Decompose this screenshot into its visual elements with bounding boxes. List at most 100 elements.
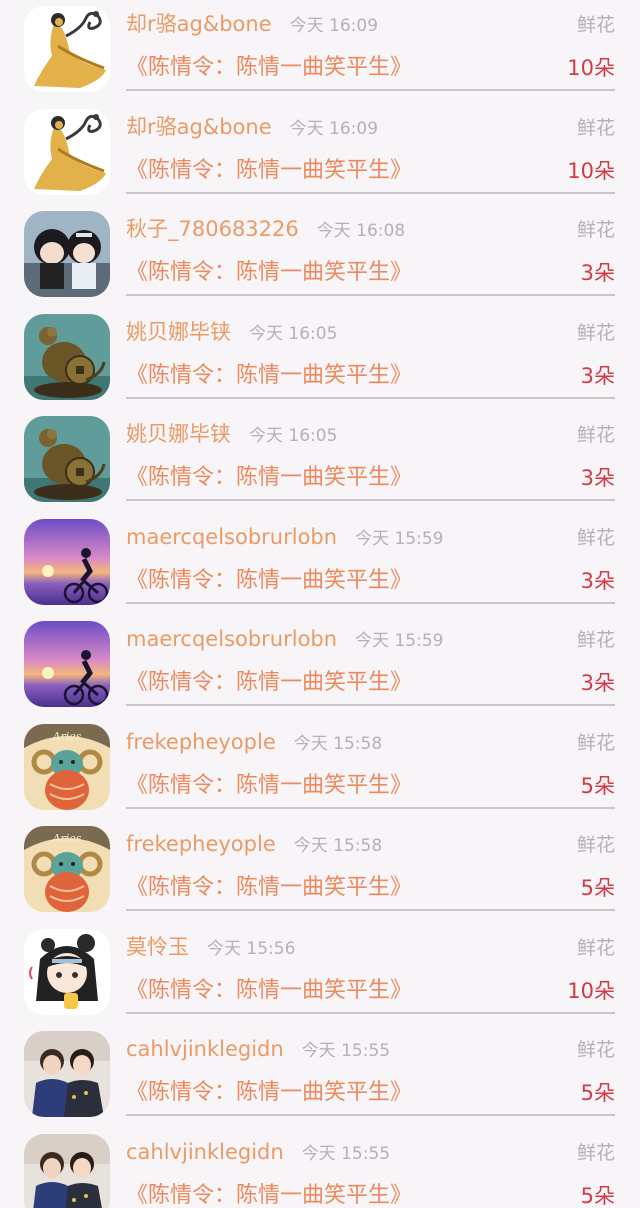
gift-record-row[interactable]: maercqelsobrurlobn 今天 15:59 鲜花 《陈情令：陈情一曲笑平生…: [0, 615, 640, 718]
record-content: 却r骆ag&bone 今天 16:09 鲜花 《陈情令：陈情一曲笑平生》 10朵: [126, 103, 615, 194]
username[interactable]: cahlvjinklegidn: [126, 1140, 284, 1164]
sunset-cyclist-avatar: [24, 621, 110, 707]
gift-count: 3朵: [580, 568, 615, 593]
golden-dancer-avatar: [24, 108, 110, 195]
username[interactable]: frekepheyople: [126, 832, 276, 856]
gift-record-row[interactable]: 却r骆ag&bone 今天 16:09 鲜花 《陈情令：陈情一曲笑平生》 10朵: [0, 103, 640, 206]
timestamp: 今天 15:59: [355, 528, 444, 549]
gift-record-row[interactable]: 秋子_780683226 今天 16:08 鲜花《陈情令：陈情一曲笑平生》 3朵: [0, 205, 640, 308]
record-content: maercqelsobrurlobn 今天 15:59 鲜花 《陈情令：陈情一曲笑平生…: [126, 615, 615, 706]
user-avatar[interactable]: [24, 1133, 110, 1208]
username[interactable]: cahlvjinklegidn: [126, 1037, 284, 1061]
username-line: 姚贝娜毕铗 今天 16:05: [126, 420, 337, 450]
user-avatar[interactable]: [24, 518, 110, 605]
username-line: maercqelsobrurlobn 今天 15:59: [126, 625, 443, 655]
username-line: 秋子_780683226 今天 16:08: [126, 215, 405, 245]
record-content: frekepheyople 今天 15:58 鲜花 《陈情令：陈情一曲笑平生》 5朵: [126, 820, 615, 911]
gift-type-label: 鲜花: [576, 321, 615, 344]
work-title[interactable]: 《陈情令：陈情一曲笑平生》: [126, 258, 412, 288]
username[interactable]: 秋子_780683226: [126, 217, 299, 241]
record-content: frekepheyople 今天 15:58 鲜花 《陈情令：陈情一曲笑平生》 5朵: [126, 718, 615, 809]
record-content: cahlvjinklegidn 今天 15:55 鲜花 《陈情令：陈情一曲笑平生》 5朵: [126, 1128, 615, 1208]
username[interactable]: 姚贝娜毕铗: [126, 422, 231, 446]
timestamp: 今天 16:05: [249, 426, 338, 446]
user-avatar[interactable]: [24, 6, 110, 92]
work-title[interactable]: 《陈情令：陈情一曲笑平生》: [126, 53, 412, 83]
record-content: 却r骆ag&bone 今天 16:09 鲜花《陈情令：陈情一曲笑平生》 10朵: [126, 0, 615, 91]
aries-avatar-text: Aries: [52, 832, 82, 845]
username[interactable]: 姚贝娜毕铗: [126, 320, 231, 344]
work-title[interactable]: 《陈情令：陈情一曲笑平生》: [126, 1181, 412, 1208]
sunset-cyclist-avatar: [24, 518, 110, 605]
bronze-rat-avatar: [24, 313, 110, 400]
work-title[interactable]: 《陈情令：陈情一曲笑平生》: [126, 361, 412, 391]
golden-dancer-avatar: [24, 6, 110, 92]
record-content: 秋子_780683226 今天 16:08 鲜花《陈情令：陈情一曲笑平生》 3朵: [126, 205, 615, 296]
username[interactable]: maercqelsobrurlobn: [126, 627, 337, 651]
timestamp: 今天 16:05: [249, 323, 338, 344]
user-avatar[interactable]: [24, 313, 110, 400]
record-content: 姚贝娜毕铗 今天 16:05 鲜花《陈情令：陈情一曲笑平生》 3朵: [126, 308, 615, 399]
username[interactable]: frekepheyople: [126, 730, 276, 754]
username-line: frekepheyople 今天 15:58: [126, 728, 382, 758]
username[interactable]: 莫怜玉: [126, 935, 189, 959]
gift-record-row[interactable]: 却r骆ag&bone 今天 16:09 鲜花《陈情令：陈情一曲笑平生》 10朵: [0, 0, 640, 103]
username-line: 姚贝娜毕铗 今天 16:05: [126, 318, 337, 348]
gift-count: 5朵: [580, 1081, 615, 1105]
gift-type-label: 鲜花: [576, 1141, 615, 1164]
gift-count: 3朵: [580, 363, 615, 388]
record-content: cahlvjinklegidn 今天 15:55 鲜花 《陈情令：陈情一曲笑平生》 5朵: [126, 1025, 615, 1116]
username[interactable]: 却r骆ag&bone: [126, 12, 272, 36]
gift-count: 3朵: [580, 671, 615, 695]
username-line: 莫怜玉 今天 15:56: [126, 933, 295, 963]
user-avatar[interactable]: Aries: [24, 723, 110, 810]
two-people-photo-avatar: [24, 1133, 110, 1208]
work-title[interactable]: 《陈情令：陈情一曲笑平生》: [126, 771, 412, 801]
user-avatar[interactable]: [24, 621, 110, 707]
gift-type-label: 鲜花: [576, 219, 615, 241]
gift-record-row[interactable]: 莫怜玉 今天 15:56 鲜花 《陈情令：陈情一曲笑平生》 10朵: [0, 923, 640, 1026]
work-title[interactable]: 《陈情令：陈情一曲笑平生》: [126, 463, 412, 493]
gift-record-row[interactable]: cahlvjinklegidn 今天 15:55 鲜花 《陈情令：陈情一曲笑平生》 5朵: [0, 1025, 640, 1128]
timestamp: 今天 16:08: [316, 221, 406, 241]
work-title[interactable]: 《陈情令：陈情一曲笑平生》: [126, 1078, 412, 1108]
gift-type-label: 鲜花: [576, 526, 615, 549]
username[interactable]: maercqelsobrurlobn: [126, 525, 337, 549]
work-title[interactable]: 《陈情令：陈情一曲笑平生》: [126, 976, 412, 1006]
work-title[interactable]: 《陈情令：陈情一曲笑平生》: [126, 156, 412, 186]
gift-record-row[interactable]: 姚贝娜毕铗 今天 16:05 鲜花《陈情令：陈情一曲笑平生》 3朵: [0, 308, 640, 411]
record-content: 姚贝娜毕铗 今天 16:05 鲜花 《陈情令：陈情一曲笑平生》 3朵: [126, 410, 615, 501]
gift-record-row[interactable]: Aries frekepheyople 今天 15:58 鲜花《陈情令：陈情一曲笑平…: [0, 718, 640, 821]
gift-type-label: 鲜花: [576, 424, 615, 446]
user-avatar[interactable]: [24, 1031, 110, 1117]
aries-ram-avatar: Aries: [24, 723, 110, 810]
gift-record-row[interactable]: maercqelsobrurlobn 今天 15:59 鲜花《陈情令：陈情一曲笑平生…: [0, 513, 640, 616]
gift-count: 3朵: [580, 261, 615, 285]
gift-count: 10朵: [567, 56, 615, 80]
work-title[interactable]: 《陈情令：陈情一曲笑平生》: [126, 873, 412, 903]
gift-record-row[interactable]: 姚贝娜毕铗 今天 16:05 鲜花 《陈情令：陈情一曲笑平生》 3朵: [0, 410, 640, 513]
work-title[interactable]: 《陈情令：陈情一曲笑平生》: [126, 668, 412, 698]
username[interactable]: 却r骆ag&bone: [126, 115, 272, 139]
gift-type-label: 鲜花: [576, 14, 615, 36]
anime-girl-avatar: [24, 928, 110, 1015]
timestamp: 今天 15:55: [301, 1041, 391, 1061]
user-avatar[interactable]: Aries: [24, 826, 110, 912]
aries-avatar-text: Aries: [52, 730, 82, 743]
bronze-rat-avatar: [24, 416, 110, 502]
user-avatar[interactable]: [24, 928, 110, 1015]
user-avatar[interactable]: [24, 416, 110, 502]
gift-record-row[interactable]: Aries frekepheyople 今天 15:58 鲜花 《陈情令：陈情一曲笑平…: [0, 820, 640, 923]
work-title[interactable]: 《陈情令：陈情一曲笑平生》: [126, 566, 412, 596]
gift-record-row[interactable]: cahlvjinklegidn 今天 15:55 鲜花 《陈情令：陈情一曲笑平生》 5朵: [0, 1128, 640, 1208]
record-content: 莫怜玉 今天 15:56 鲜花 《陈情令：陈情一曲笑平生》 10朵: [126, 923, 615, 1014]
username-line: 却r骆ag&bone 今天 16:09: [126, 10, 378, 40]
gift-type-label: 鲜花: [576, 731, 615, 754]
gift-count: 5朵: [580, 1183, 615, 1208]
gift-count: 10朵: [567, 978, 615, 1003]
timestamp: 今天 16:09: [289, 118, 379, 139]
user-avatar[interactable]: [24, 108, 110, 195]
timestamp: 今天 15:58: [293, 733, 383, 754]
username-line: frekepheyople 今天 15:58: [126, 830, 382, 860]
user-avatar[interactable]: [24, 211, 110, 297]
